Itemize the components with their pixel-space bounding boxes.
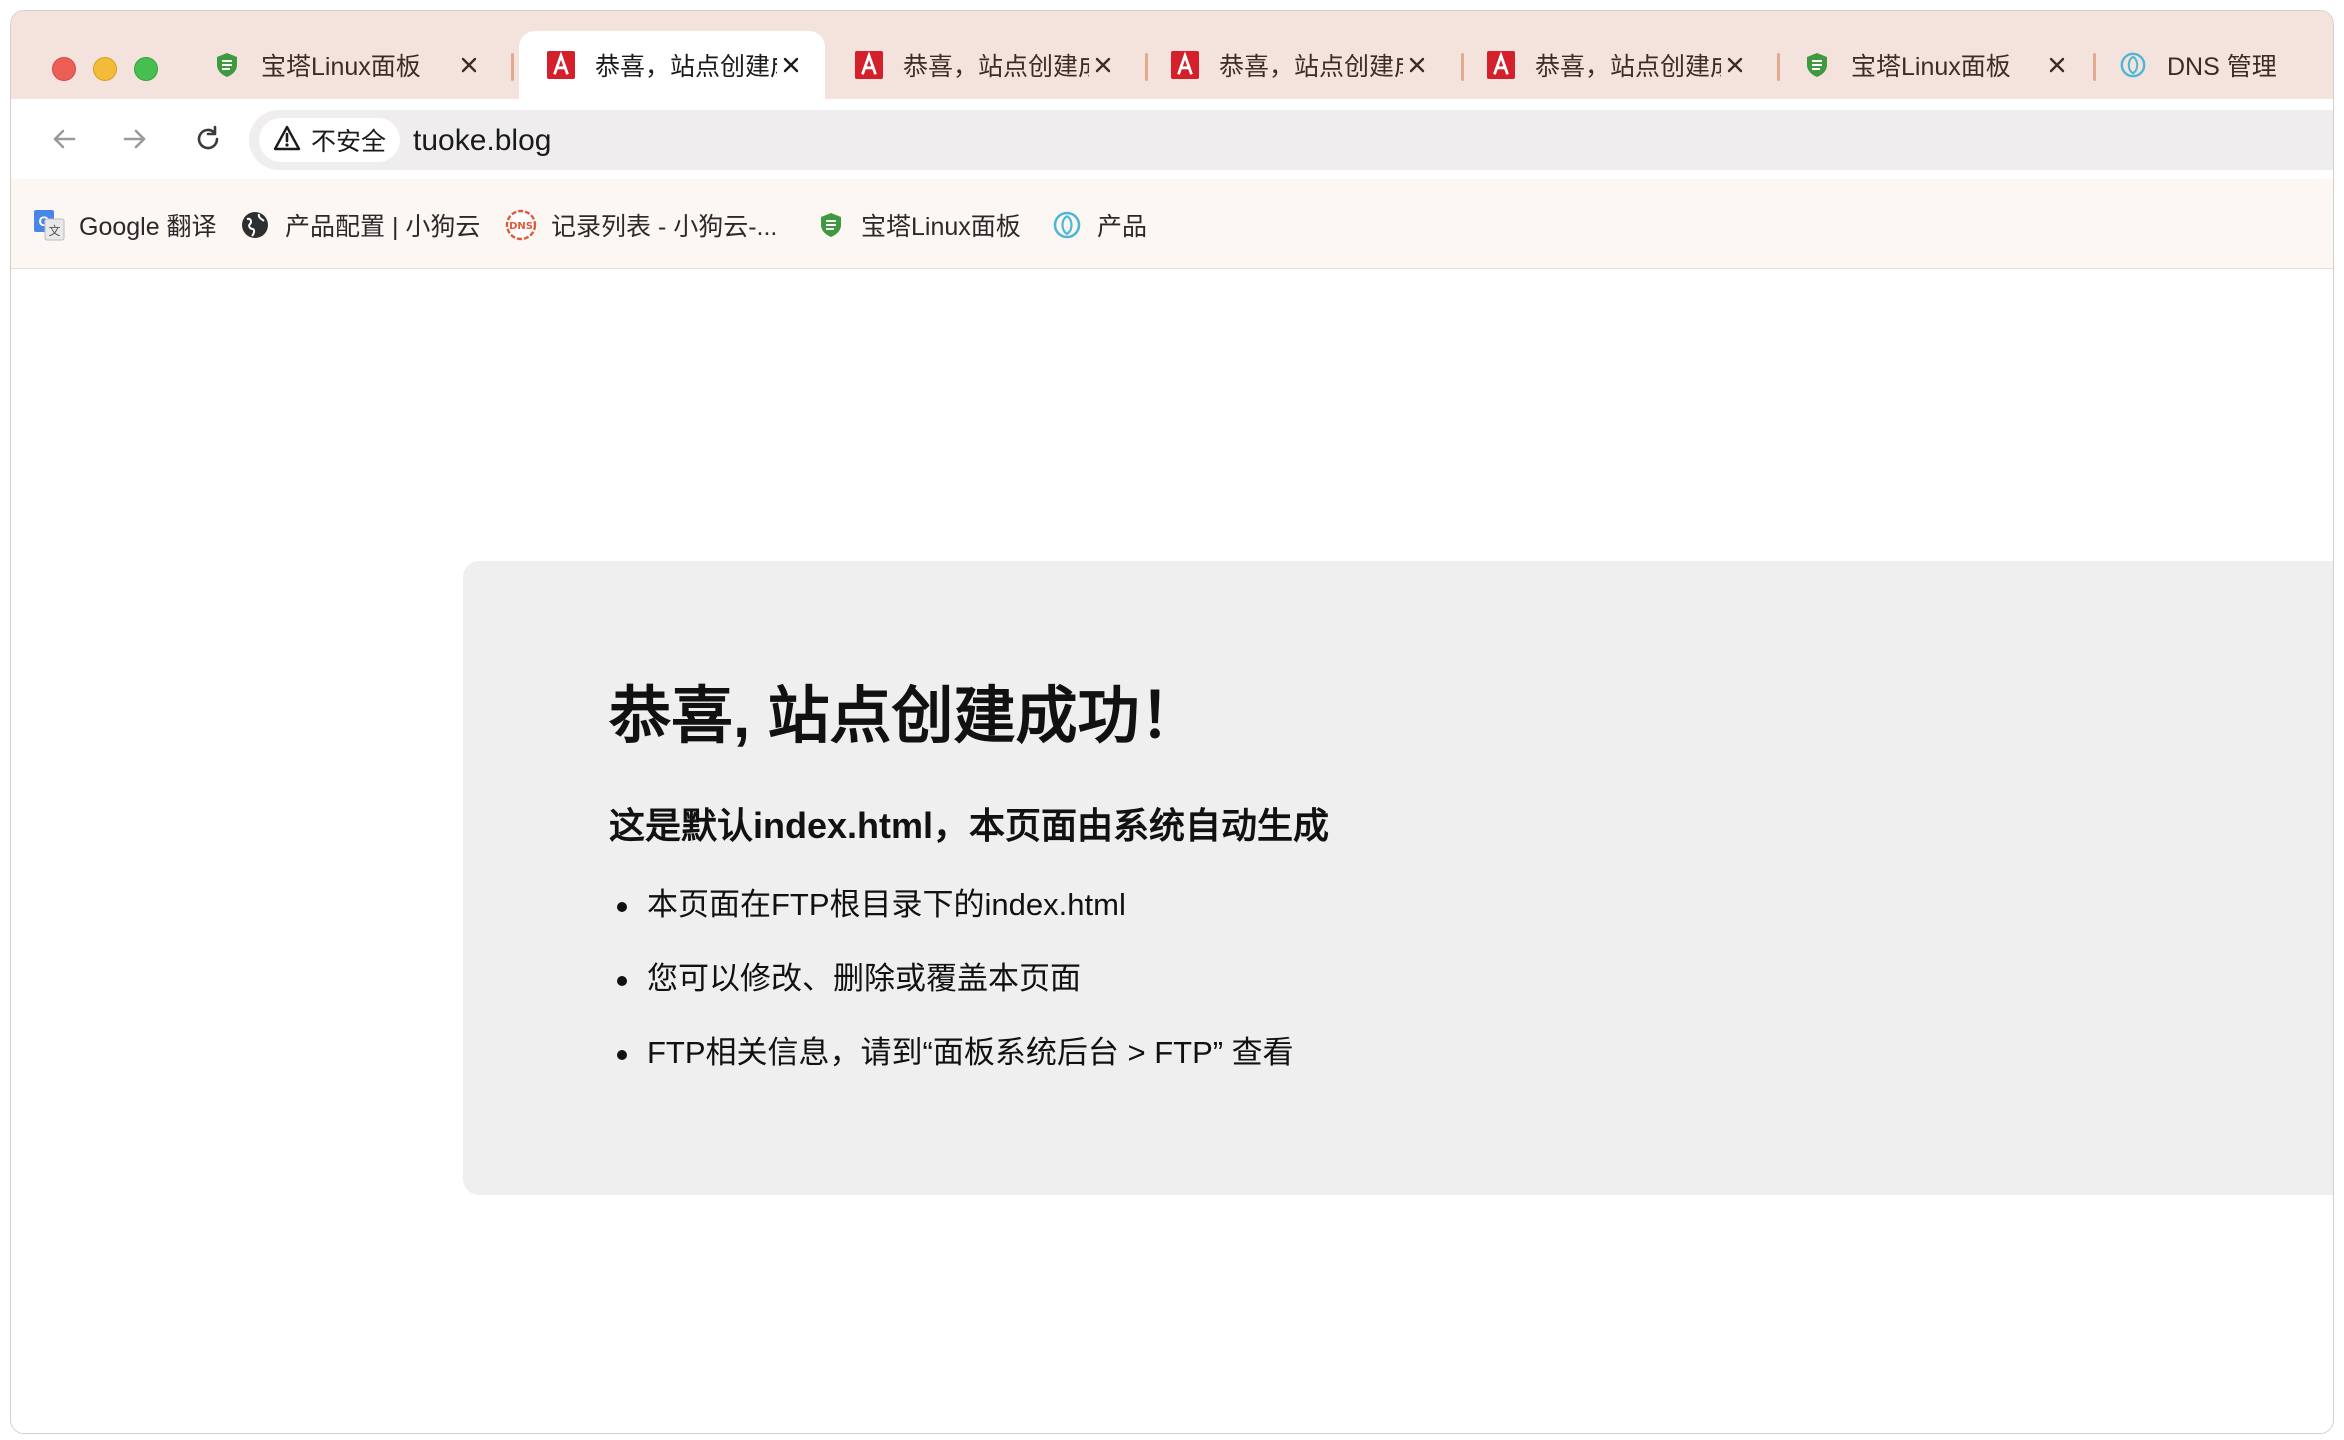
- tab-site-created-active[interactable]: 恭喜，站点创建成功！: [519, 31, 825, 99]
- page-subtitle: 这是默认index.html，本页面由系统自动生成: [609, 805, 1330, 846]
- baota-shield-icon: [815, 209, 847, 241]
- tab-title: 恭喜，站点创建成功！: [903, 53, 1089, 81]
- bookmark-products[interactable]: 产品: [1051, 207, 1147, 243]
- browser-window: 宝塔Linux面板 恭喜，站点创建成功！ 恭喜，站点创建成功！: [10, 10, 2334, 1434]
- tab-site-created-3[interactable]: 恭喜，站点创建成功！: [1143, 31, 1451, 99]
- minimize-window-button[interactable]: [93, 57, 117, 81]
- svg-text:DNS: DNS: [509, 221, 533, 232]
- tab-baota-panel-2[interactable]: 宝塔Linux面板: [1775, 31, 2091, 99]
- warning-triangle-icon: [273, 125, 301, 156]
- page-viewport: 恭喜, 站点创建成功！ 这是默认index.html，本页面由系统自动生成 本页…: [11, 269, 2333, 1433]
- close-icon[interactable]: [1403, 51, 1431, 79]
- url-text[interactable]: tuoke.blog: [413, 124, 551, 158]
- forward-button[interactable]: [111, 115, 159, 163]
- bookmark-label: 产品配置 | 小狗云: [285, 213, 481, 241]
- cloud-swirl-icon: [2119, 51, 2147, 79]
- tab-site-created-2[interactable]: 恭喜，站点创建成功！: [827, 31, 1137, 99]
- close-icon[interactable]: [1089, 51, 1117, 79]
- list-item: 您可以修改、删除或覆盖本页面: [609, 957, 1294, 1031]
- bookmark-product-config[interactable]: 产品配置 | 小狗云: [239, 207, 480, 243]
- close-icon[interactable]: [777, 51, 805, 79]
- dns-badge-icon: DNS: [505, 209, 537, 241]
- tab-title: DNS 管理: [2167, 53, 2277, 81]
- arrow-left-icon: [53, 129, 76, 149]
- tab-title: 恭喜，站点创建成功！: [1535, 53, 1721, 81]
- tab-title: 宝塔Linux面板: [1851, 53, 2011, 81]
- reload-button[interactable]: [184, 115, 232, 163]
- close-icon[interactable]: [1721, 51, 1749, 79]
- svg-text:文: 文: [48, 223, 60, 238]
- bookmarks-bar: G文 Google 翻译 产品配置 | 小狗云 DNS 记录列表 - 小狗云-.…: [11, 179, 2333, 269]
- bookmark-baota-panel[interactable]: 宝塔Linux面板: [815, 207, 1021, 243]
- list-item: 本页面在FTP根目录下的index.html: [609, 883, 1294, 957]
- list-item: FTP相关信息，请到“面板系统后台 > FTP” 查看: [609, 1031, 1294, 1105]
- bookmark-record-list[interactable]: DNS 记录列表 - 小狗云-...: [505, 207, 777, 243]
- angular-logo-icon: [1171, 51, 1199, 79]
- tab-site-created-4[interactable]: 恭喜，站点创建成功！: [1459, 31, 1769, 99]
- angular-logo-icon: [855, 51, 883, 79]
- angular-logo-icon: [547, 51, 575, 79]
- bookmark-label: 宝塔Linux面板: [861, 213, 1021, 241]
- arrow-right-icon: [123, 129, 146, 149]
- baota-shield-icon: [1803, 51, 1831, 79]
- info-list: 本页面在FTP根目录下的index.html 您可以修改、删除或覆盖本页面 FT…: [609, 883, 1294, 1105]
- bookmark-label: Google 翻译: [79, 213, 217, 241]
- tab-strip: 宝塔Linux面板 恭喜，站点创建成功！ 恭喜，站点创建成功！: [11, 11, 2333, 99]
- security-label: 不安全: [311, 128, 387, 156]
- baota-shield-icon: [213, 51, 241, 79]
- bookmark-label: 记录列表 - 小狗云-...: [551, 213, 778, 241]
- bookmark-label: 产品: [1097, 213, 1148, 241]
- reload-icon: [197, 125, 219, 150]
- zoom-window-button[interactable]: [134, 57, 158, 81]
- browser-toolbar: 不安全 tuoke.blog: [11, 99, 2333, 179]
- tab-separator: [511, 53, 514, 81]
- tab-title: 恭喜，站点创建成功！: [1219, 53, 1403, 81]
- tab-baota-panel-1[interactable]: 宝塔Linux面板: [185, 31, 503, 99]
- google-translate-icon: G文: [33, 209, 65, 241]
- close-icon[interactable]: [2043, 51, 2071, 79]
- back-button[interactable]: [40, 115, 88, 163]
- cloud-swirl-icon: [1051, 209, 1083, 241]
- tab-title: 宝塔Linux面板: [261, 53, 421, 81]
- angular-logo-icon: [1487, 51, 1515, 79]
- bookmark-google-translate[interactable]: G文 Google 翻译: [33, 207, 217, 243]
- close-window-button[interactable]: [52, 57, 76, 81]
- tab-title: 恭喜，站点创建成功！: [595, 53, 777, 81]
- tab-dns-management[interactable]: DNS 管理: [2091, 31, 2333, 99]
- globe-icon: [239, 209, 271, 241]
- page-title: 恭喜, 站点创建成功！: [609, 682, 1202, 751]
- welcome-panel: 恭喜, 站点创建成功！ 这是默认index.html，本页面由系统自动生成 本页…: [463, 561, 2333, 1195]
- security-chip[interactable]: 不安全: [259, 118, 401, 162]
- address-bar[interactable]: 不安全 tuoke.blog: [249, 110, 2333, 170]
- close-icon[interactable]: [455, 51, 483, 79]
